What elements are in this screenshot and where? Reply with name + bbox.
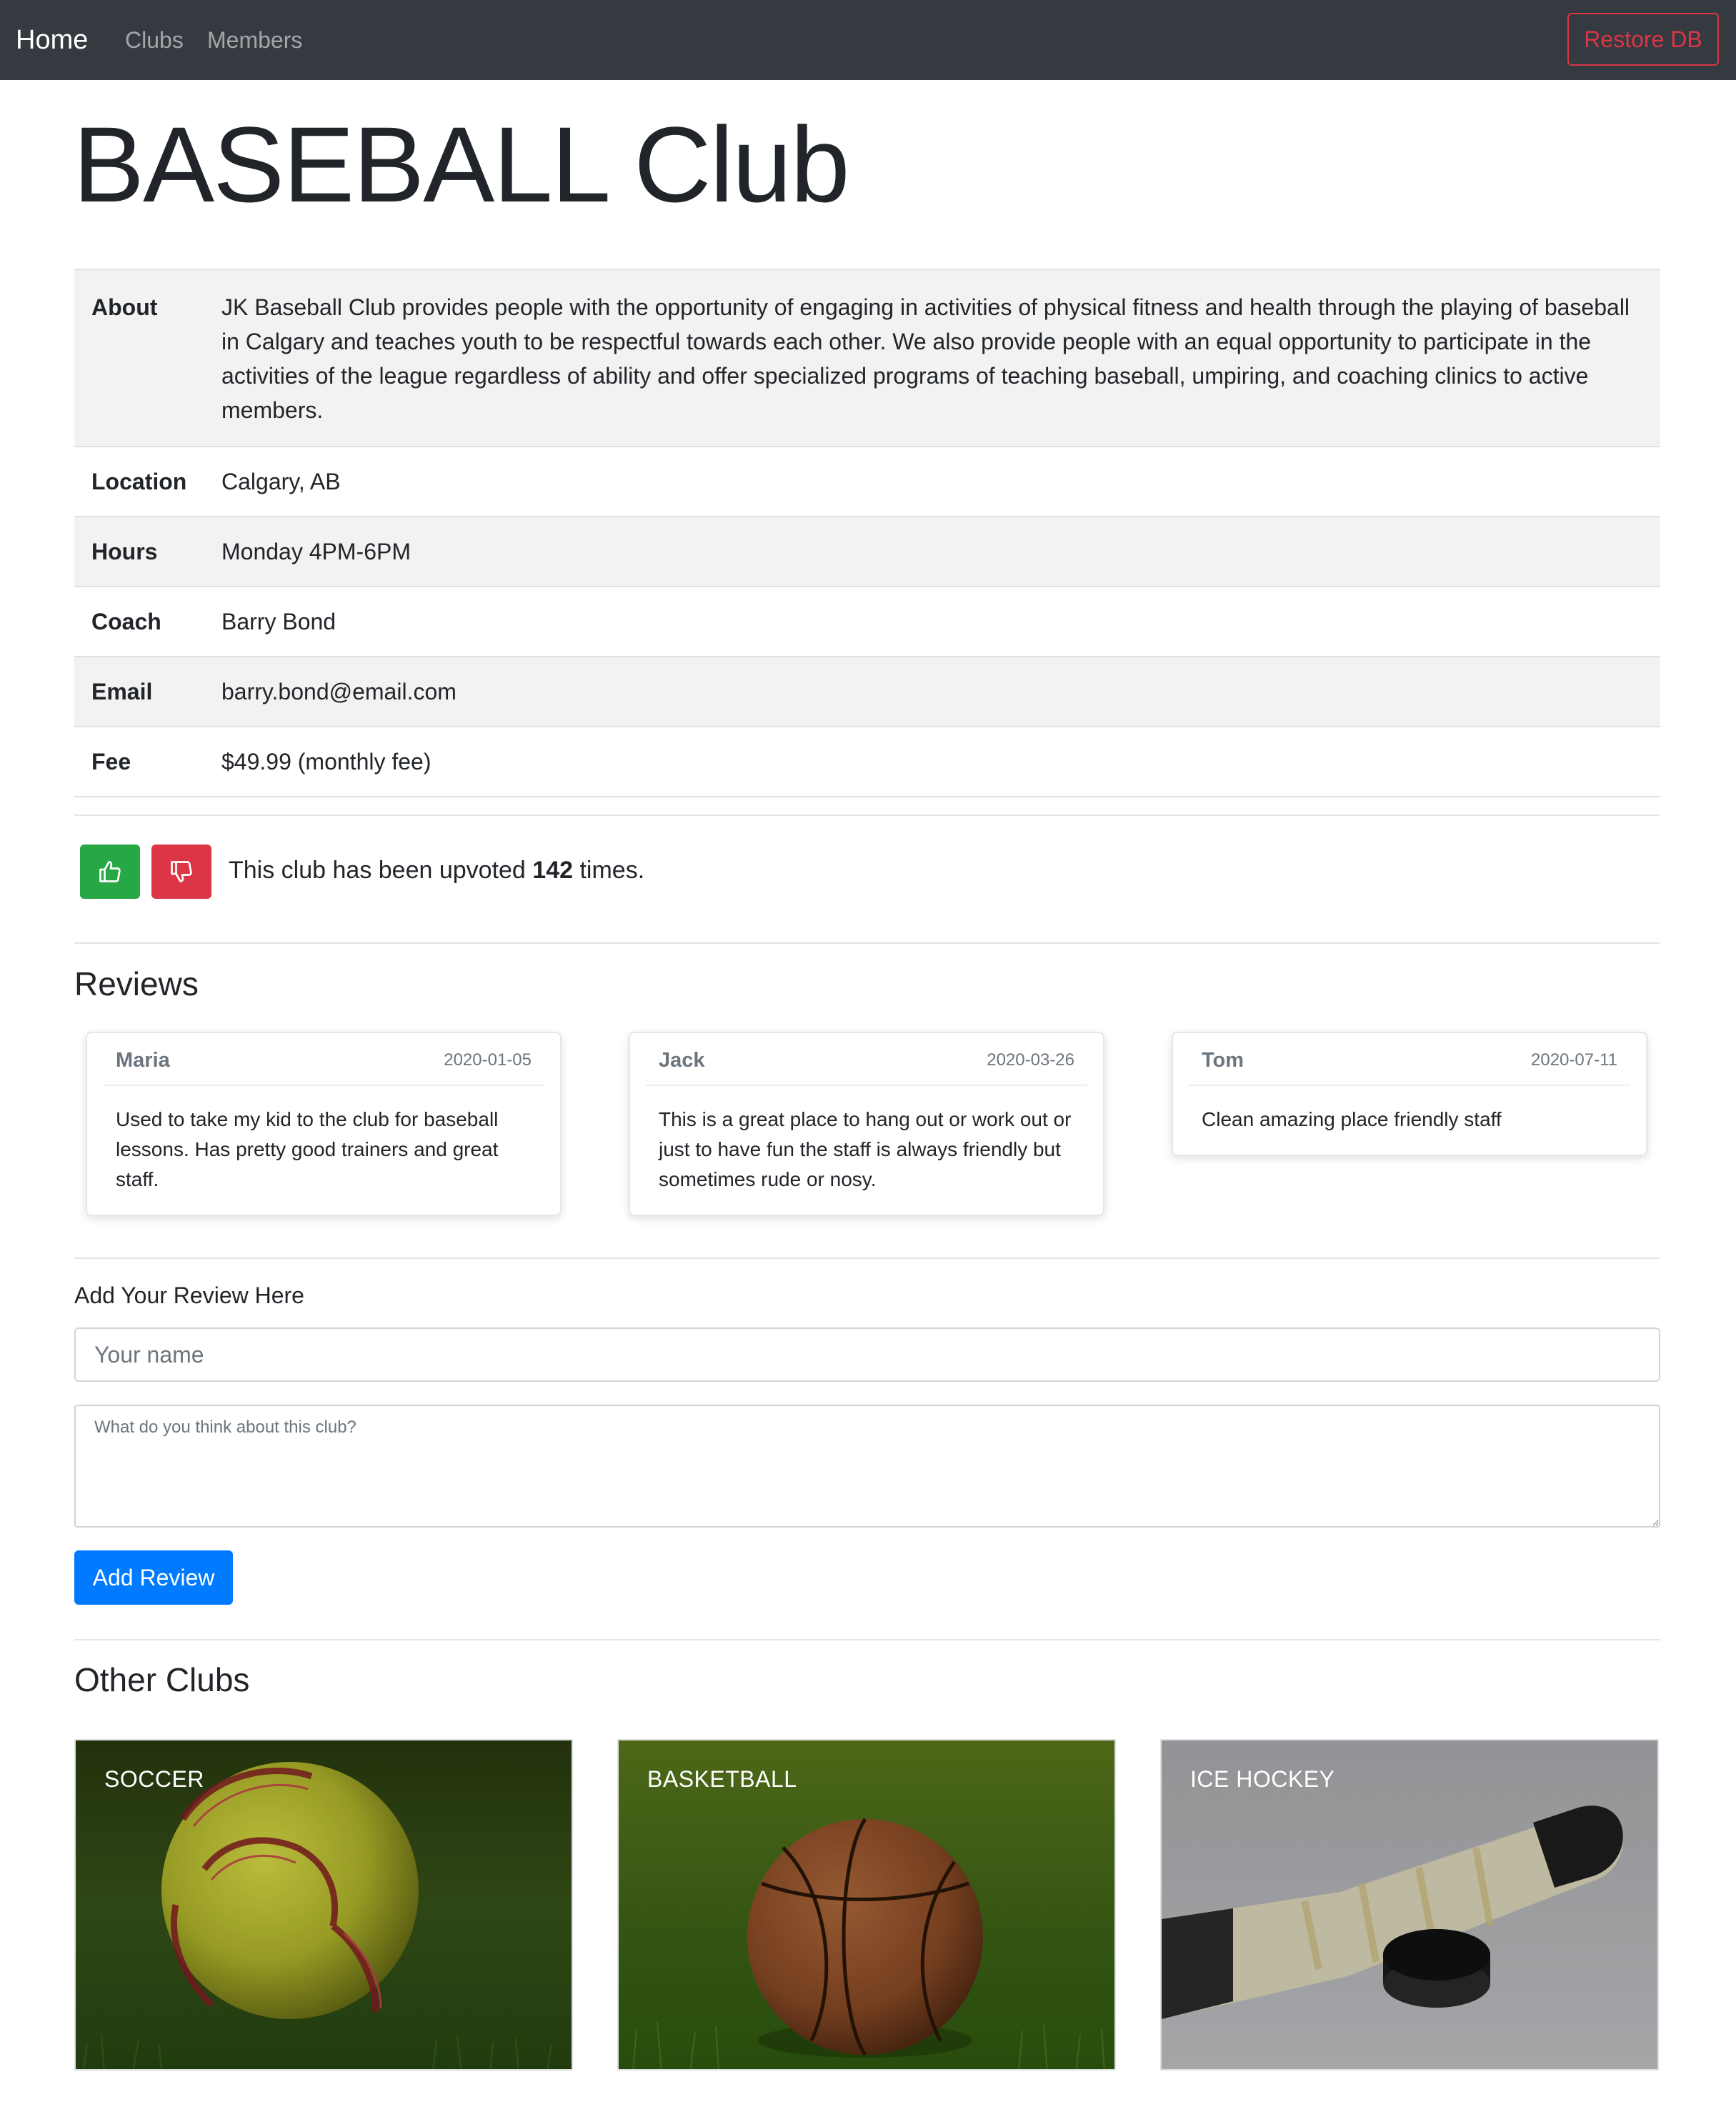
nav-link-clubs[interactable]: Clubs — [125, 0, 184, 80]
upvote-button[interactable] — [80, 845, 140, 899]
info-row-email: Email barry.bond@email.com — [74, 656, 1660, 727]
info-value: Barry Bond — [221, 586, 1660, 657]
nav-link-members[interactable]: Members — [207, 0, 302, 80]
info-label: Coach — [74, 586, 221, 657]
thumbs-down-icon — [171, 861, 192, 882]
divider — [74, 1257, 1660, 1259]
restore-db-button[interactable]: Restore DB — [1567, 13, 1719, 66]
upvote-count-text: This club has been upvoted 142 times. — [229, 850, 644, 890]
upvote-count: 142 — [532, 857, 574, 884]
review-date: 2020-01-05 — [444, 1050, 532, 1070]
divider — [74, 815, 1660, 816]
club-name: SOCCER — [104, 1766, 204, 1792]
upvote-text-prefix: This club has been upvoted — [229, 857, 533, 884]
review-text: This is a great place to hang out or wor… — [659, 1108, 1072, 1190]
info-row-about: About JK Baseball Club provides people w… — [74, 269, 1660, 447]
page-title: BASEBALL Club — [73, 104, 850, 224]
review-text-input[interactable] — [74, 1405, 1660, 1528]
review-date: 2020-07-11 — [1531, 1050, 1617, 1070]
info-label: Fee — [74, 726, 221, 797]
review-date: 2020-03-26 — [987, 1050, 1074, 1070]
navbar: Home Clubs Members Restore DB — [0, 0, 1736, 80]
review-card: Jack 2020-03-26 This is a great place to… — [629, 1032, 1104, 1216]
info-row-coach: Coach Barry Bond — [74, 586, 1660, 657]
review-header: Tom 2020-07-11 — [1189, 1033, 1630, 1086]
club-name: ICE HOCKEY — [1190, 1766, 1335, 1792]
downvote-button[interactable] — [151, 845, 211, 899]
club-card-soccer[interactable]: SOCCER — [74, 1739, 573, 2071]
info-row-hours: Hours Monday 4PM-6PM — [74, 516, 1660, 587]
club-card-basketball[interactable]: BASKETBALL — [617, 1739, 1116, 2071]
home-link[interactable]: Home — [16, 0, 88, 80]
reviewer-name-input[interactable] — [74, 1328, 1660, 1382]
review-card: Maria 2020-01-05 Used to take my kid to … — [86, 1032, 562, 1216]
review-header: Maria 2020-01-05 — [103, 1033, 544, 1086]
info-row-location: Location Calgary, AB — [74, 446, 1660, 517]
review-text: Clean amazing place friendly staff — [1202, 1108, 1502, 1130]
thumbs-up-icon — [99, 861, 121, 882]
other-clubs-heading: Other Clubs — [74, 1661, 250, 1698]
upvote-text-suffix: times. — [573, 857, 645, 884]
info-value: JK Baseball Club provides people with th… — [221, 269, 1660, 447]
info-value: $49.99 (monthly fee) — [221, 726, 1660, 797]
add-review-label: Add Your Review Here — [74, 1282, 304, 1308]
info-value: Monday 4PM-6PM — [221, 516, 1660, 587]
review-author: Maria — [116, 1049, 170, 1072]
reviews-heading: Reviews — [74, 965, 199, 1002]
club-card-ice-hockey[interactable]: ICE HOCKEY — [1160, 1739, 1659, 2071]
review-author: Tom — [1202, 1049, 1244, 1072]
add-review-button[interactable]: Add Review — [74, 1550, 233, 1605]
info-label: Location — [74, 446, 221, 517]
divider — [74, 1639, 1660, 1640]
club-info-table: About JK Baseball Club provides people w… — [74, 269, 1660, 797]
review-text: Used to take my kid to the club for base… — [116, 1108, 499, 1190]
review-card: Tom 2020-07-11 Clean amazing place frien… — [1172, 1032, 1647, 1156]
info-row-fee: Fee $49.99 (monthly fee) — [74, 726, 1660, 797]
review-header: Jack 2020-03-26 — [646, 1033, 1087, 1086]
info-value: Calgary, AB — [221, 446, 1660, 517]
review-author: Jack — [659, 1049, 705, 1072]
info-label: About — [74, 269, 221, 447]
info-label: Email — [74, 656, 221, 727]
info-label: Hours — [74, 516, 221, 587]
club-name: BASKETBALL — [647, 1766, 797, 1792]
info-value: barry.bond@email.com — [221, 656, 1660, 727]
divider — [74, 942, 1660, 944]
